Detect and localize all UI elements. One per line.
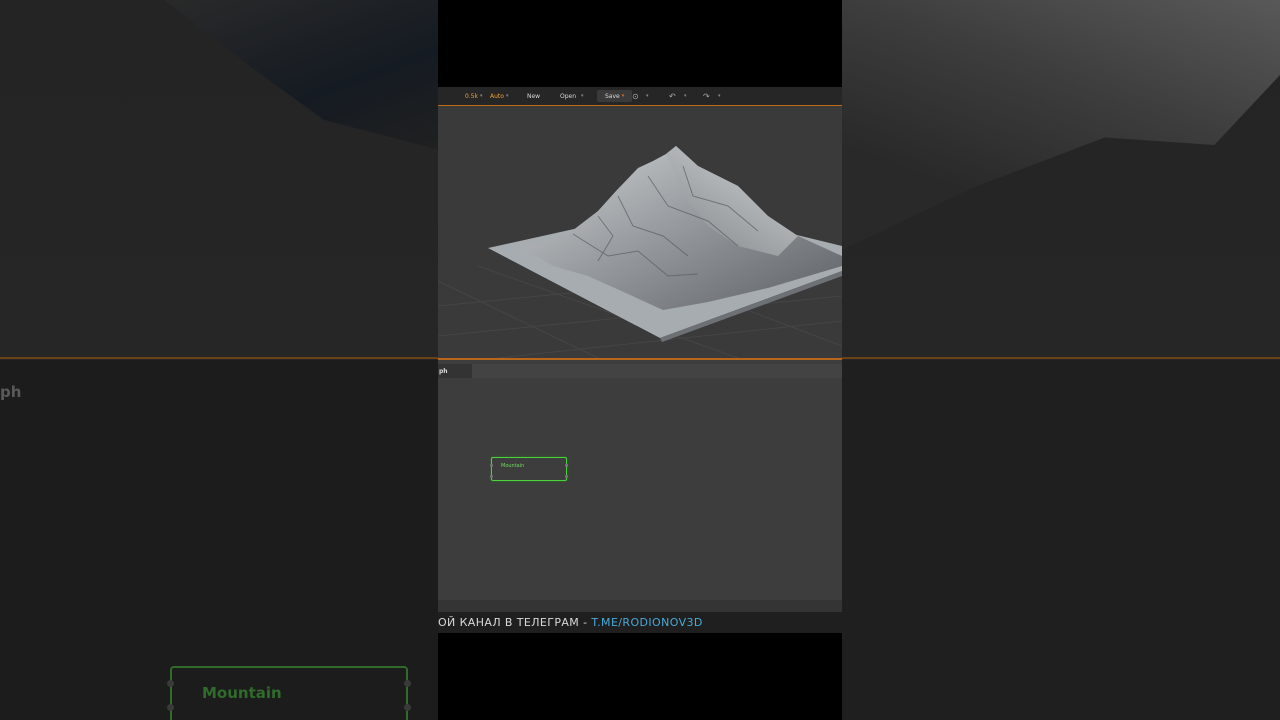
toolbar: 0.5k ▾ Auto ▾ New Open ▾ Save ▾ ⊙ ▾ ↶ ▾ … bbox=[438, 87, 842, 106]
node-input-port[interactable] bbox=[490, 464, 493, 467]
backdrop-right bbox=[842, 0, 1280, 720]
open-dropdown[interactable]: ▾ bbox=[579, 87, 584, 105]
node-title: Mountain bbox=[501, 463, 525, 469]
graph-tabbar: ph bbox=[438, 364, 842, 378]
resolution-dropdown[interactable]: 0.5k ▾ bbox=[465, 87, 483, 105]
undo-button[interactable]: ↶ bbox=[669, 87, 676, 105]
chevron-down-icon: ▾ bbox=[621, 93, 625, 99]
chevron-down-icon: ▾ bbox=[684, 93, 687, 99]
node-input-port[interactable] bbox=[490, 475, 493, 478]
video-caption: ОЙ КАНАЛ В ТЕЛЕГРАМ - T.ME/RODIONOV3D bbox=[438, 612, 842, 633]
redo-button[interactable]: ↷ bbox=[703, 87, 710, 105]
backdrop-left: ph Mountain bbox=[0, 0, 438, 720]
undo-icon: ↶ bbox=[669, 91, 676, 101]
node-output-port[interactable] bbox=[565, 475, 568, 478]
history-icon: ⊙ bbox=[632, 91, 639, 101]
backdrop-port bbox=[167, 704, 174, 711]
caption-link[interactable]: T.ME/RODIONOV3D bbox=[591, 616, 702, 629]
status-bar bbox=[438, 600, 842, 612]
mountain-node[interactable]: Mountain bbox=[490, 457, 568, 481]
backdrop-node: Mountain bbox=[167, 666, 411, 720]
3d-viewport[interactable] bbox=[438, 106, 842, 358]
chevron-down-icon: ▾ bbox=[505, 93, 509, 99]
redo-icon: ↷ bbox=[703, 91, 710, 101]
backdrop-port bbox=[404, 680, 411, 687]
new-button[interactable]: New bbox=[527, 87, 540, 105]
resolution-value: 0.5k bbox=[465, 92, 479, 100]
mode-value: Auto bbox=[490, 92, 504, 100]
backdrop-port bbox=[404, 704, 411, 711]
node-graph-panel[interactable]: ph Mountain bbox=[438, 360, 842, 612]
redo-dropdown[interactable]: ▾ bbox=[716, 87, 721, 105]
open-button[interactable]: Open bbox=[560, 87, 576, 105]
chevron-down-icon: ▾ bbox=[581, 93, 584, 99]
undo-dropdown[interactable]: ▾ bbox=[682, 87, 687, 105]
chevron-down-icon: ▾ bbox=[718, 93, 721, 99]
backdrop-graph-label: ph bbox=[0, 383, 22, 401]
history-button[interactable]: ⊙ bbox=[632, 87, 639, 105]
backdrop-node-title: Mountain bbox=[202, 684, 282, 702]
history-dropdown[interactable]: ▾ bbox=[644, 87, 649, 105]
tab-graph[interactable]: ph bbox=[438, 364, 472, 378]
node-output-port[interactable] bbox=[565, 464, 568, 467]
terrain-render bbox=[438, 146, 842, 358]
app-window: 0.5k ▾ Auto ▾ New Open ▾ Save ▾ ⊙ ▾ ↶ ▾ … bbox=[438, 0, 842, 720]
chevron-down-icon: ▾ bbox=[646, 93, 649, 99]
chevron-down-icon: ▾ bbox=[480, 93, 483, 99]
caption-text: ОЙ КАНАЛ В ТЕЛЕГРАМ - bbox=[438, 616, 592, 629]
backdrop-port bbox=[167, 680, 174, 687]
mode-dropdown[interactable]: Auto ▾ bbox=[490, 87, 508, 105]
save-button[interactable]: Save ▾ bbox=[597, 90, 633, 102]
